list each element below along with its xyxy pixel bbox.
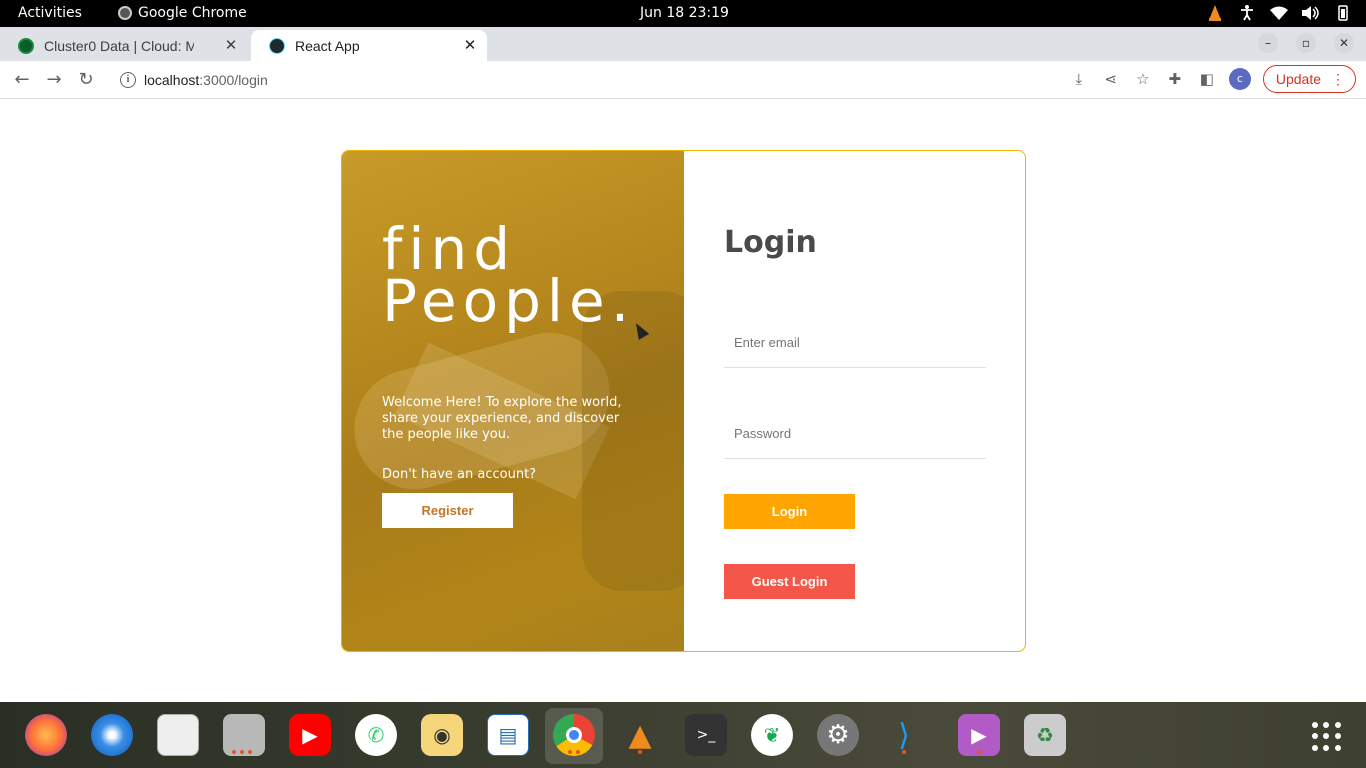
activities-button[interactable]: Activities (18, 5, 82, 21)
forward-icon[interactable]: → (43, 69, 65, 91)
brand-line-2: People. (382, 267, 636, 335)
libreoffice-writer-icon[interactable]: ▤ (487, 714, 529, 756)
rhythmbox-icon[interactable]: ◉ (421, 714, 463, 756)
whatsapp-icon[interactable]: ✆ (355, 714, 397, 756)
close-icon[interactable]: ✕ (461, 36, 479, 54)
close-icon[interactable]: ✕ (222, 36, 240, 54)
url-text[interactable]: localhost:3000/login (144, 72, 268, 88)
register-button[interactable]: Register (382, 493, 513, 528)
welcome-text: Welcome Here! To explore the world, shar… (382, 395, 622, 442)
login-card: find People. Welcome Here! To explore th… (341, 150, 1026, 652)
window-controls: – ▫ ✕ (1258, 33, 1354, 53)
vscode-icon[interactable]: ⟩ (883, 714, 925, 756)
system-top-bar: Activities Google Chrome Jun 18 23:19 (0, 0, 1366, 27)
app-name-label: Google Chrome (138, 5, 247, 21)
mongodb-leaf-icon (18, 37, 34, 54)
address-bar[interactable]: i localhost:3000/login (108, 64, 1108, 96)
youtube-icon[interactable]: ▶ (289, 714, 331, 756)
firefox-icon[interactable] (25, 714, 67, 756)
install-app-icon[interactable]: ⤓ (1069, 69, 1089, 89)
google-chrome-icon[interactable] (553, 714, 595, 756)
side-panel-icon[interactable]: ◧ (1197, 69, 1217, 89)
kebab-menu-icon: ⋮ (1331, 70, 1345, 87)
terminal-icon[interactable]: >_ (685, 714, 727, 756)
welcome-panel: find People. Welcome Here! To explore th… (342, 151, 684, 651)
tab-strip: Cluster0 Data | Cloud: MongoDB ✕ React A… (0, 27, 1366, 82)
no-account-text: Don't have an account? (382, 467, 537, 482)
power-icon[interactable] (1334, 4, 1352, 22)
minimize-icon[interactable]: – (1258, 33, 1278, 53)
mongodb-compass-icon[interactable]: ❦ (751, 714, 793, 756)
profile-avatar[interactable]: c (1228, 68, 1251, 90)
reload-icon[interactable]: ↻ (75, 69, 97, 91)
tab-title: Cluster0 Data | Cloud: MongoDB (44, 37, 194, 54)
tab-cluster0[interactable]: Cluster0 Data | Cloud: MongoDB ✕ (0, 30, 248, 61)
guest-login-button[interactable]: Guest Login (724, 564, 855, 599)
system-tray[interactable] (1206, 4, 1352, 22)
password-field[interactable] (724, 409, 986, 459)
browser-toolbar: ← → ↻ i localhost:3000/login ⤓ ⋖ ☆ ✚ ◧ c… (0, 61, 1366, 99)
tab-react-app[interactable]: React App ✕ (251, 30, 487, 61)
app-menu[interactable]: Google Chrome (118, 5, 247, 21)
wifi-icon[interactable] (1270, 4, 1288, 22)
files-icon[interactable] (223, 714, 265, 756)
restore-icon[interactable]: ▫ (1296, 33, 1316, 53)
extensions-icon[interactable]: ✚ (1165, 69, 1185, 89)
site-info-icon[interactable]: i (120, 72, 136, 88)
email-field[interactable] (724, 318, 986, 368)
page-title: Login (724, 225, 817, 260)
clock[interactable]: Jun 18 23:19 (640, 5, 729, 21)
settings-icon[interactable]: ⚙ (817, 714, 859, 756)
toolbar-actions: ⤓ ⋖ ☆ ✚ ◧ c Update ⋮ (1069, 65, 1356, 93)
show-apps-icon[interactable] (1312, 722, 1342, 752)
document-viewer-icon[interactable] (157, 714, 199, 756)
video-player-icon[interactable]: ▶ (958, 714, 1000, 756)
update-label: Update (1275, 71, 1321, 87)
close-window-icon[interactable]: ✕ (1334, 33, 1354, 53)
volume-icon[interactable] (1302, 4, 1320, 22)
back-icon[interactable]: ← (11, 69, 33, 91)
dock: ▶ ✆ ◉ ▤ ▲ >_ ❦ ⚙ ⟩ ▶ ♻ (0, 702, 1366, 768)
vlc-tray-icon[interactable] (1206, 4, 1224, 22)
chrome-icon (118, 6, 132, 20)
tab-title: React App (295, 37, 360, 54)
vlc-icon[interactable]: ▲ (619, 714, 661, 756)
bookmark-star-icon[interactable]: ☆ (1133, 69, 1153, 89)
thunderbird-icon[interactable] (91, 714, 133, 756)
trash-icon[interactable]: ♻ (1024, 714, 1066, 756)
react-icon (269, 37, 285, 54)
accessibility-icon[interactable] (1238, 4, 1256, 22)
brand-logo: find People. (382, 220, 636, 335)
share-icon[interactable]: ⋖ (1101, 69, 1121, 89)
update-button[interactable]: Update ⋮ (1262, 65, 1356, 93)
login-button[interactable]: Login (724, 494, 855, 529)
login-form-panel: Login Login Guest Login (684, 151, 1025, 651)
